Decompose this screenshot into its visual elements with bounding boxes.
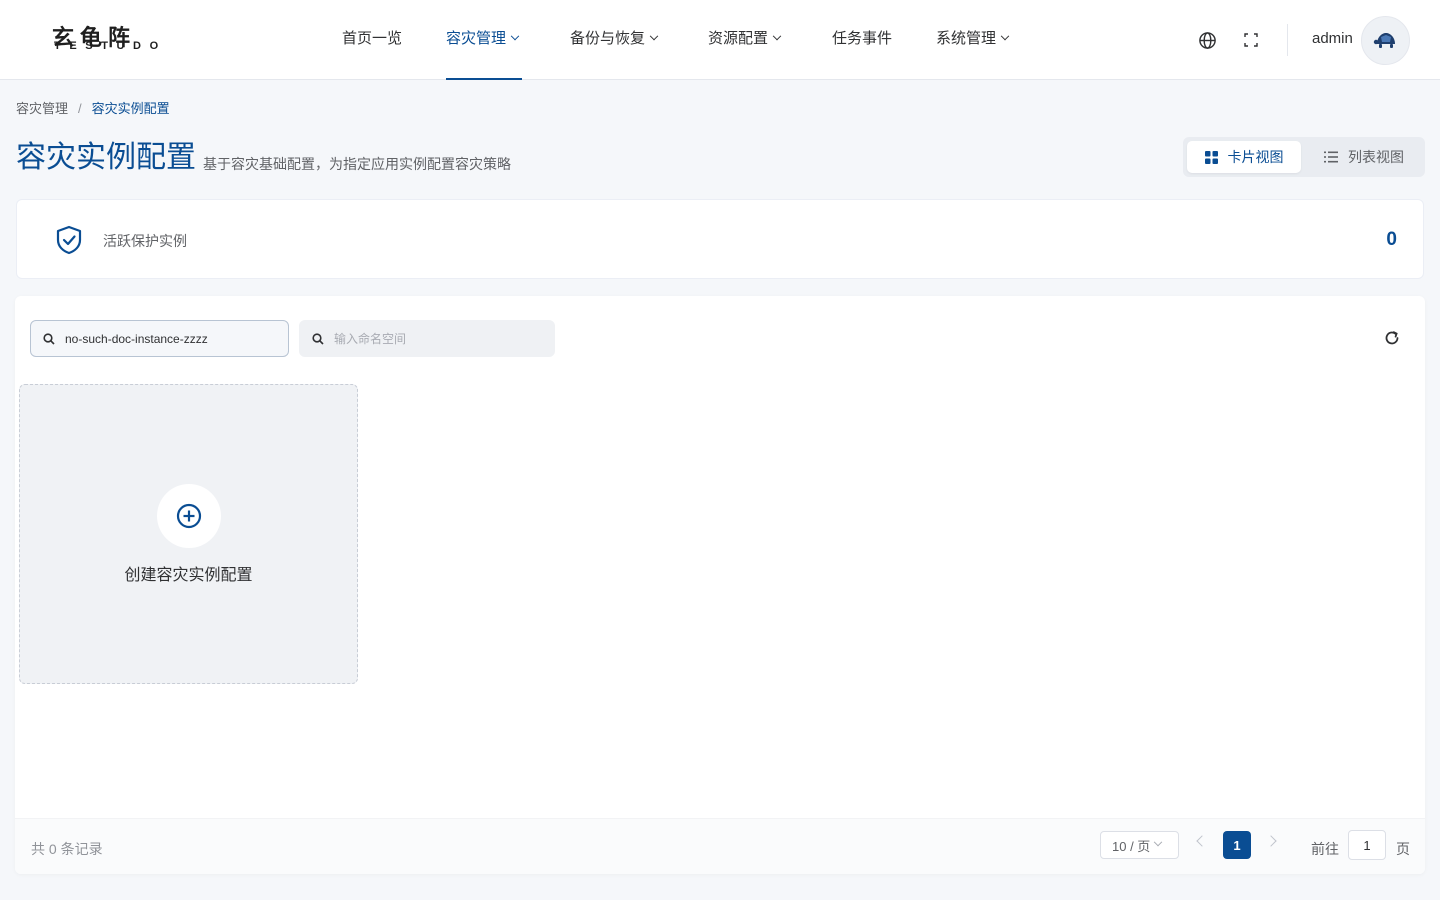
- goto-label: 前往: [1311, 841, 1339, 857]
- breadcrumb: 容灾管理 / 容灾实例配置: [16, 98, 170, 117]
- nav-disaster-recovery[interactable]: 容灾管理: [446, 0, 522, 80]
- namespace-search-box[interactable]: [299, 320, 555, 357]
- instance-panel: 创建容灾实例配置 共 0 条记录 10 / 页 1 前往 页: [15, 296, 1425, 874]
- shield-check-icon: [56, 225, 82, 255]
- chevron-down-icon: [1154, 837, 1163, 847]
- card-view-button[interactable]: 卡片视图: [1187, 141, 1301, 173]
- search-icon: [312, 332, 324, 345]
- nav-backup-restore[interactable]: 备份与恢复: [570, 0, 659, 80]
- logo-text-en: TESTUDO: [54, 40, 167, 52]
- nav-system-management[interactable]: 系统管理: [936, 0, 1010, 80]
- view-switch: 卡片视图 列表视图: [1183, 137, 1425, 177]
- turtle-avatar-icon: [1373, 32, 1395, 48]
- create-circle: [157, 484, 221, 548]
- instance-search-box[interactable]: [30, 320, 289, 357]
- list-view-label: 列表视图: [1348, 149, 1404, 165]
- stat-card-active-instances: 活跃保护实例 0: [16, 199, 1424, 279]
- create-config-card[interactable]: 创建容灾实例配置: [19, 384, 358, 684]
- nav-resource-config-label: 资源配置: [708, 30, 769, 47]
- page-subtitle: 基于容灾基础配置，为指定应用实例配置容灾策略: [203, 156, 511, 172]
- globe-icon[interactable]: [1196, 29, 1218, 51]
- chevron-down-icon: [649, 31, 659, 41]
- instance-search-input[interactable]: [65, 331, 265, 346]
- breadcrumb-current: 容灾实例配置: [91, 101, 170, 116]
- username[interactable]: admin: [1312, 30, 1353, 47]
- header-divider: [1287, 24, 1288, 56]
- plus-circle-icon: [176, 503, 202, 529]
- nav-home[interactable]: 首页一览: [342, 0, 402, 80]
- nav-resource-config[interactable]: 资源配置: [708, 0, 782, 80]
- list-view-button[interactable]: 列表视图: [1307, 141, 1421, 173]
- stat-label: 活跃保护实例: [103, 233, 187, 249]
- pagination-bar: 共 0 条记录 10 / 页 1 前往 页: [15, 818, 1425, 874]
- nav-disaster-recovery-label: 容灾管理: [446, 30, 507, 47]
- page-title: 容灾实例配置: [16, 141, 196, 174]
- chevron-down-icon: [510, 31, 520, 41]
- stat-value: 0: [1386, 229, 1397, 250]
- chevron-down-icon: [772, 31, 782, 41]
- grid-icon: [1204, 150, 1218, 164]
- breadcrumb-separator: /: [78, 101, 82, 116]
- chevron-down-icon: [1000, 31, 1010, 41]
- goto-suffix: 页: [1396, 841, 1410, 857]
- fullscreen-icon[interactable]: [1240, 29, 1262, 51]
- logo[interactable]: 玄龟阵 TESTUDO: [52, 26, 172, 54]
- goto-page-input[interactable]: [1348, 830, 1386, 860]
- page-size-select[interactable]: 10 / 页: [1100, 831, 1179, 859]
- nav-backup-restore-label: 备份与恢复: [570, 30, 646, 47]
- refresh-icon[interactable]: [1382, 328, 1402, 348]
- namespace-search-input[interactable]: [334, 331, 534, 346]
- list-icon: [1324, 151, 1338, 163]
- nav-home-label: 首页一览: [342, 30, 403, 47]
- create-config-label: 创建容灾实例配置: [124, 567, 253, 584]
- avatar[interactable]: [1361, 16, 1410, 65]
- breadcrumb-parent[interactable]: 容灾管理: [16, 101, 68, 116]
- prev-page-icon[interactable]: [1196, 835, 1208, 847]
- top-header: 玄龟阵 TESTUDO 首页一览 容灾管理 备份与恢复 资源配置 任务事件 系统…: [0, 0, 1440, 80]
- next-page-icon[interactable]: [1265, 835, 1277, 847]
- page-number[interactable]: 1: [1223, 831, 1251, 859]
- search-icon: [43, 332, 55, 345]
- total-records: 共 0 条记录: [31, 841, 103, 857]
- page-size-value: 10 / 页: [1112, 838, 1151, 854]
- card-view-label: 卡片视图: [1227, 149, 1284, 165]
- nav-system-management-label: 系统管理: [936, 30, 997, 47]
- nav-task-events[interactable]: 任务事件: [832, 0, 892, 80]
- nav-task-events-label: 任务事件: [832, 30, 893, 47]
